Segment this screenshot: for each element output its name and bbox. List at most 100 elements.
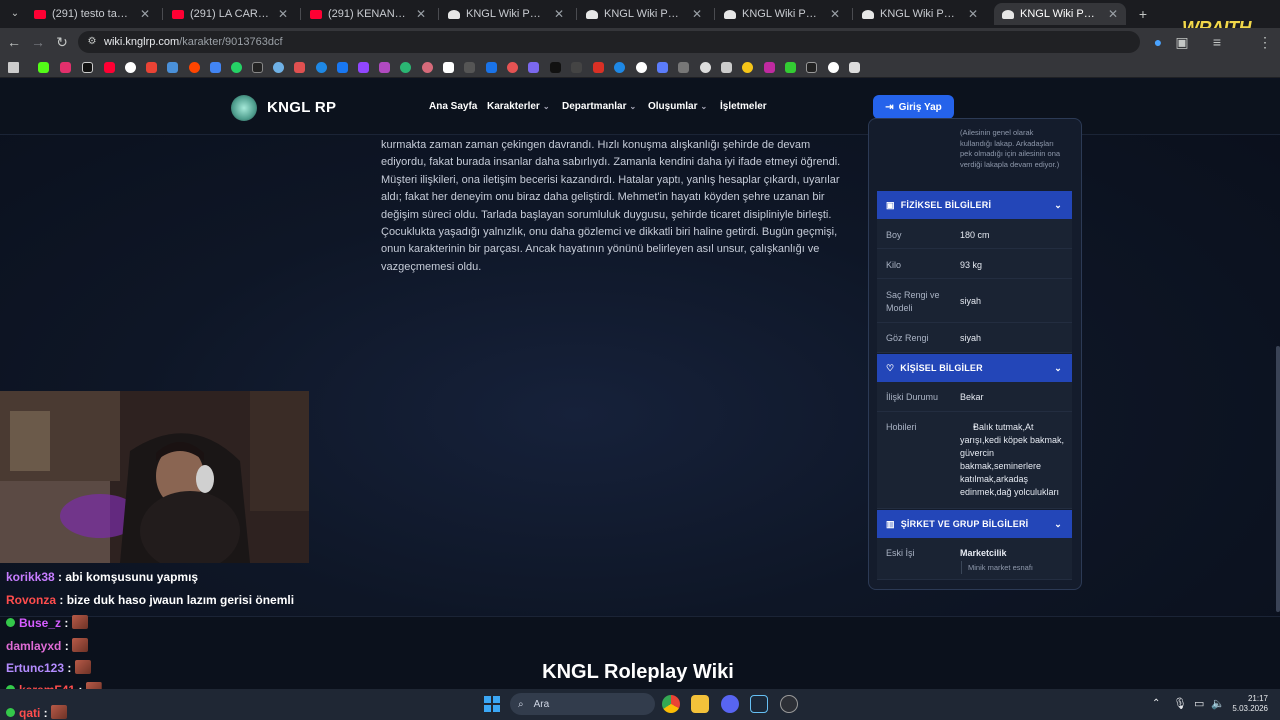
close-icon[interactable]: ✕: [276, 7, 290, 21]
steam-icon[interactable]: [750, 695, 768, 713]
bookmark-icon[interactable]: [700, 62, 711, 73]
bookmark-icon[interactable]: [400, 62, 411, 73]
taskbar-clock[interactable]: 21:17 5.03.2026: [1232, 694, 1268, 714]
section-company[interactable]: ▥ ŞİRKET VE GRUP BİLGİLERİ ⌄: [877, 510, 1072, 538]
site-info-icon[interactable]: ⚙: [83, 33, 101, 51]
windows-start-icon[interactable]: [484, 696, 500, 712]
bookmark-icon[interactable]: [806, 62, 817, 73]
network-icon[interactable]: ▭: [1194, 697, 1204, 710]
nav-departments[interactable]: Departmanlar ⌄: [562, 101, 636, 112]
bookmark-icon[interactable]: [764, 62, 775, 73]
file-explorer-icon[interactable]: [691, 695, 709, 713]
bookmark-icon[interactable]: [828, 62, 839, 73]
tab-search-icon[interactable]: ⌄: [6, 5, 24, 23]
bookmark-icon[interactable]: [721, 62, 732, 73]
app-icon[interactable]: [780, 695, 798, 713]
chat-user: qati: [19, 706, 41, 720]
nav-organizations[interactable]: Oluşumlar ⌄: [648, 101, 707, 112]
section-personal[interactable]: ♡ KİŞİSEL BİLGİLER ⌄: [877, 354, 1072, 382]
bookmark-icon[interactable]: [785, 62, 796, 73]
close-icon[interactable]: ✕: [828, 7, 842, 21]
bookmark-icon[interactable]: [550, 62, 561, 73]
close-icon[interactable]: ✕: [138, 7, 152, 21]
bookmarks-bar: [0, 56, 1280, 78]
page-scrollbar[interactable]: [1276, 346, 1280, 612]
extensions-puzzle-icon[interactable]: ▣: [1173, 33, 1191, 51]
bookmark-icon[interactable]: [742, 62, 753, 73]
extension-icon[interactable]: ●: [1149, 33, 1167, 51]
discord-icon[interactable]: [721, 695, 739, 713]
bookmark-icon[interactable]: [379, 62, 390, 73]
nav-home[interactable]: Ana Sayfa: [429, 101, 477, 112]
close-icon[interactable]: ✕: [414, 7, 428, 21]
back-icon[interactable]: ←: [5, 33, 23, 51]
bookmark-icon[interactable]: [104, 62, 115, 73]
nav-characters[interactable]: Karakterler ⌄: [487, 101, 550, 112]
site-brand[interactable]: KNGL RP: [267, 99, 336, 116]
chat-user: Ertunc123: [6, 661, 65, 675]
section-personal-title: KİŞİSEL BİLGİLER: [900, 363, 983, 373]
row-label: Eski İşi: [886, 548, 915, 558]
bookmark-icon[interactable]: [507, 62, 518, 73]
bookmark-icon[interactable]: [294, 62, 305, 73]
browser-tab[interactable]: KNGL Wiki Portal ✕: [578, 3, 710, 25]
bookmark-icon[interactable]: [486, 62, 497, 73]
bookmark-icon[interactable]: [210, 62, 221, 73]
bookmark-icon[interactable]: [252, 62, 263, 73]
row-value: siyah: [960, 333, 982, 343]
bookmark-icon[interactable]: [316, 62, 327, 73]
bookmark-icon[interactable]: [571, 62, 582, 73]
menu-kebab-icon[interactable]: ⋮: [1256, 33, 1274, 51]
bookmark-icon[interactable]: [189, 62, 200, 73]
browser-tab[interactable]: KNGL Wiki Portal ✕: [716, 3, 848, 25]
browser-tab[interactable]: KNGL Wiki Portal ✕: [854, 3, 986, 25]
bookmark-icon[interactable]: [38, 62, 49, 73]
close-icon[interactable]: ✕: [690, 7, 704, 21]
bookmark-icon[interactable]: [231, 62, 242, 73]
forward-icon[interactable]: →: [29, 33, 47, 51]
microphone-icon[interactable]: 🎙: [1173, 697, 1187, 710]
bookmark-icon[interactable]: [60, 62, 71, 73]
login-button[interactable]: ⇥ Giriş Yap: [873, 95, 954, 119]
bookmark-icon[interactable]: [636, 62, 647, 73]
bookmark-icon[interactable]: [273, 62, 284, 73]
close-icon[interactable]: ✕: [552, 7, 566, 21]
kngl-icon: [586, 9, 598, 19]
close-icon[interactable]: ✕: [966, 7, 980, 21]
browser-tab[interactable]: (291) KENAN YILDIZ | Mo✕: [302, 3, 434, 25]
taskbar-search[interactable]: ⌕ Ara: [510, 693, 655, 715]
bookmark-icon[interactable]: [337, 62, 348, 73]
kngl-logo-icon[interactable]: [231, 95, 257, 121]
chrome-icon[interactable]: [662, 695, 680, 713]
bookmark-icon[interactable]: [678, 62, 689, 73]
bookmark-icon[interactable]: [358, 62, 369, 73]
browser-tab[interactable]: (291) testo taylan - YouTube✕: [26, 3, 158, 25]
bookmark-icon[interactable]: [443, 62, 454, 73]
bookmark-icon[interactable]: [614, 62, 625, 73]
bookmark-icon[interactable]: [422, 62, 433, 73]
section-physical-title: FİZİKSEL BİLGİLERİ: [900, 200, 992, 210]
bookmark-icon[interactable]: [125, 62, 136, 73]
bookmark-icon[interactable]: [593, 62, 604, 73]
apps-grid-icon[interactable]: [8, 62, 19, 73]
playlist-icon[interactable]: ≡: [1208, 33, 1226, 51]
bookmark-icon[interactable]: [167, 62, 178, 73]
browser-tab[interactable]: KNGL Wiki Portal ✕: [440, 3, 572, 25]
nav-businesses[interactable]: İşletmeler: [720, 101, 767, 112]
bookmark-icon[interactable]: [849, 62, 860, 73]
close-icon[interactable]: ✕: [1106, 7, 1120, 21]
reload-icon[interactable]: ↻: [53, 33, 71, 51]
bookmark-icon[interactable]: [82, 62, 93, 73]
section-physical[interactable]: ▣ FİZİKSEL BİLGİLERİ ⌄: [877, 191, 1072, 219]
tray-chevron-icon[interactable]: ⌃: [1152, 698, 1160, 709]
bookmark-icon[interactable]: [657, 62, 668, 73]
url-text[interactable]: wiki.knglrp.com/karakter/9013763dcf: [104, 36, 283, 48]
volume-icon[interactable]: 🔈: [1211, 697, 1225, 710]
bookmark-icon[interactable]: [464, 62, 475, 73]
bookmark-icon[interactable]: [528, 62, 539, 73]
new-tab-icon[interactable]: +: [1134, 5, 1152, 23]
bookmark-icon[interactable]: [146, 62, 157, 73]
chevron-down-icon: ⌄: [1054, 518, 1062, 529]
browser-tab[interactable]: (291) LA CARNE HUMANA✕: [164, 3, 296, 25]
browser-tab-active[interactable]: KNGL Wiki Portal ✕: [994, 3, 1126, 25]
